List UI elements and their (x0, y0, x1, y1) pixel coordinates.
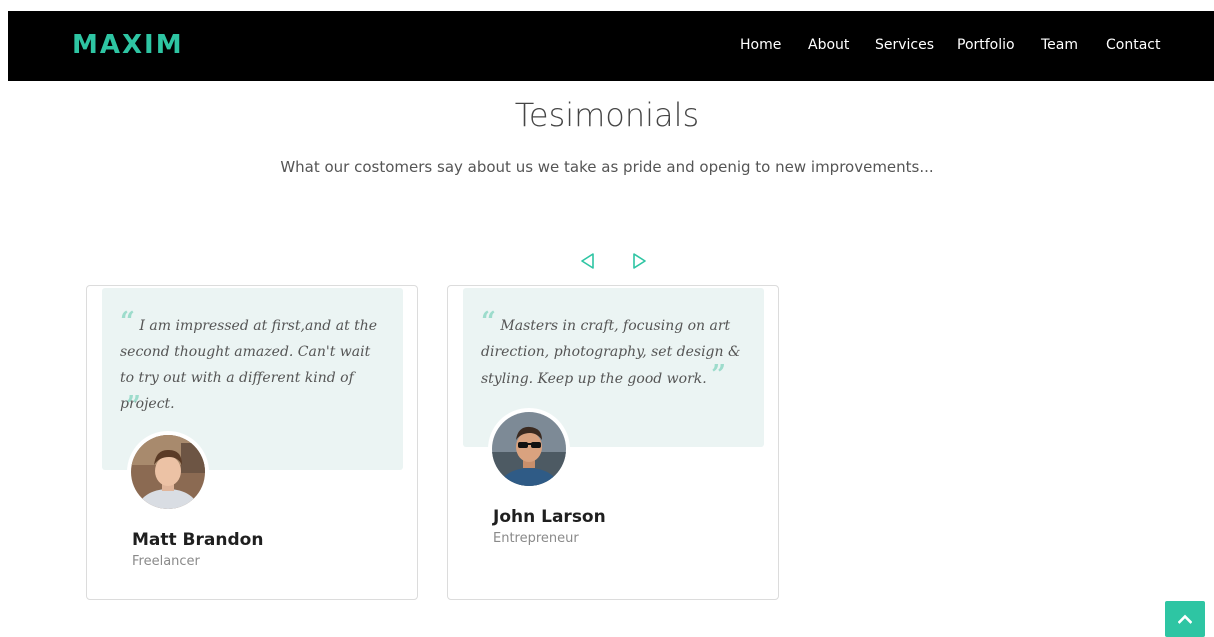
carousel-prev-button[interactable] (578, 250, 598, 272)
testimonial-card: “ Masters in craft, focusing on art dire… (447, 285, 779, 600)
section-subtitle: What our costomers say about us we take … (280, 158, 934, 176)
avatar (488, 408, 570, 490)
avatar (127, 431, 209, 513)
section-title: Tesimonials (514, 96, 700, 134)
avatar-photo (492, 412, 566, 486)
navbar: MAXIM Home About Services Portfolio Team… (8, 11, 1214, 81)
testimonial-quote: “ I am impressed at first,and at the sec… (120, 307, 378, 412)
chevron-left-outline-icon (581, 253, 594, 269)
back-to-top-button[interactable] (1165, 601, 1205, 637)
chevron-right-outline-icon (633, 253, 646, 269)
chevron-up-icon (1178, 614, 1192, 624)
brand-logo[interactable]: MAXIM (72, 30, 184, 60)
person-role: Freelancer (132, 554, 200, 569)
testimonial-quote: “ Masters in craft, focusing on art dire… (481, 307, 741, 390)
nav-portfolio[interactable]: Portfolio (957, 35, 1015, 55)
nav-team[interactable]: Team (1041, 35, 1078, 55)
nav-services[interactable]: Services (875, 35, 934, 55)
avatar-photo (131, 435, 205, 509)
nav-home[interactable]: Home (740, 35, 781, 55)
person-name: Matt Brandon (132, 530, 264, 550)
person-role: Entrepreneur (493, 531, 579, 546)
open-quote-icon: “ (481, 307, 496, 337)
close-quote-icon: ” (126, 391, 141, 421)
nav-about[interactable]: About (808, 35, 849, 55)
person-name: John Larson (493, 507, 606, 527)
close-quote-icon: ” (711, 360, 727, 390)
testimonial-card: “ I am impressed at first,and at the sec… (86, 285, 418, 600)
carousel-next-button[interactable] (629, 250, 649, 272)
open-quote-icon: “ (120, 307, 135, 337)
nav-contact[interactable]: Contact (1106, 35, 1160, 55)
